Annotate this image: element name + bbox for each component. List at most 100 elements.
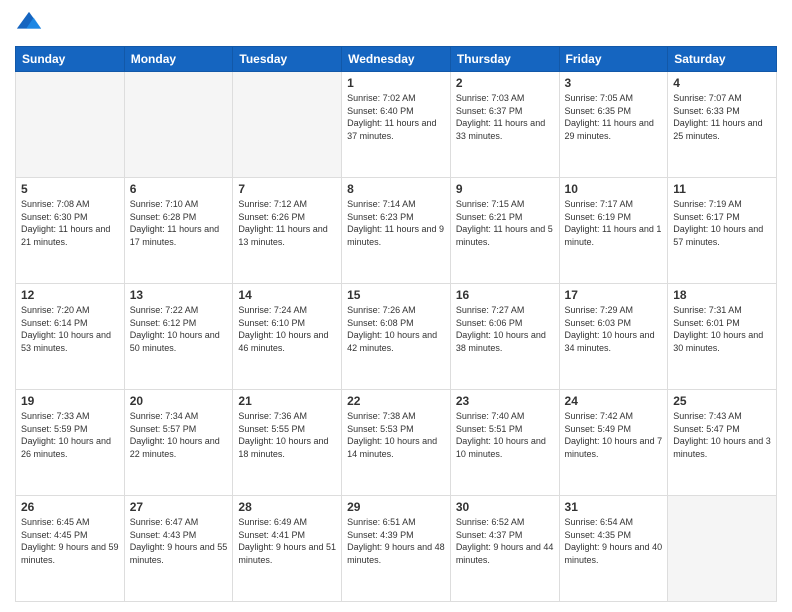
calendar-cell: 28 Sunrise: 6:49 AMSunset: 4:41 PMDayligh…: [233, 496, 342, 602]
calendar-cell: [668, 496, 777, 602]
day-number: 18: [673, 288, 771, 302]
sunrise-label: Sunrise: 7:22 AM: [130, 305, 199, 315]
sunset-label: Sunset: 6:28 PM: [130, 212, 197, 222]
day-info: Sunrise: 6:54 AMSunset: 4:35 PMDaylight:…: [565, 516, 663, 566]
day-header-wednesday: Wednesday: [342, 47, 451, 72]
day-info: Sunrise: 6:47 AMSunset: 4:43 PMDaylight:…: [130, 516, 228, 566]
sunset-label: Sunset: 4:45 PM: [21, 530, 88, 540]
calendar-cell: 4Sunrise: 7:07 AMSunset: 6:33 PMDaylight…: [668, 72, 777, 178]
calendar-cell: 13Sunrise: 7:22 AMSunset: 6:12 PMDayligh…: [124, 284, 233, 390]
calendar-cell: 23Sunrise: 7:40 AMSunset: 5:51 PMDayligh…: [450, 390, 559, 496]
day-number: 6: [130, 182, 228, 196]
day-info: Sunrise: 7:29 AMSunset: 6:03 PMDaylight:…: [565, 304, 663, 354]
sunrise-label: Sunrise: 7:20 AM: [21, 305, 90, 315]
day-info: Sunrise: 7:42 AMSunset: 5:49 PMDaylight:…: [565, 410, 663, 460]
sunrise-label: Sunrise: 7:27 AM: [456, 305, 525, 315]
day-info: Sunrise: 7:31 AMSunset: 6:01 PMDaylight:…: [673, 304, 771, 354]
sunset-label: Sunset: 4:39 PM: [347, 530, 414, 540]
week-row-1: 5 Sunrise: 7:08 AMSunset: 6:30 PMDaylight…: [16, 178, 777, 284]
calendar-cell: 2Sunrise: 7:03 AMSunset: 6:37 PMDaylight…: [450, 72, 559, 178]
sunrise-label: Sunrise: 7:26 AM: [347, 305, 416, 315]
calendar-cell: 22Sunrise: 7:38 AMSunset: 5:53 PMDayligh…: [342, 390, 451, 496]
sunrise-label: Sunrise: 7:43 AM: [673, 411, 742, 421]
daylight-label: Daylight: 10 hours and 38 minutes.: [456, 330, 546, 353]
daylight-label: Daylight: 11 hours and 37 minutes.: [347, 118, 436, 141]
daylight-label: Daylight: 10 hours and 3 minutes.: [673, 436, 771, 459]
day-number: 5: [21, 182, 119, 196]
sunrise-label: Sunrise: 7:02 AM: [347, 93, 416, 103]
sunset-label: Sunset: 4:37 PM: [456, 530, 523, 540]
day-info: Sunrise: 6:52 AMSunset: 4:37 PMDaylight:…: [456, 516, 554, 566]
sunrise-label: Sunrise: 7:42 AM: [565, 411, 634, 421]
calendar-cell: 6 Sunrise: 7:10 AM Sunset: 6:28 PM Daylight…: [124, 178, 233, 284]
day-info: Sunrise: 6:49 AMSunset: 4:41 PMDaylight:…: [238, 516, 336, 566]
day-info: Sunrise: 6:51 AMSunset: 4:39 PMDaylight:…: [347, 516, 445, 566]
sunrise-label: Sunrise: 6:52 AM: [456, 517, 525, 527]
day-number: 27: [130, 500, 228, 514]
calendar-cell: 30Sunrise: 6:52 AMSunset: 4:37 PMDayligh…: [450, 496, 559, 602]
calendar-cell: 18 Sunrise: 7:31 AMSunset: 6:01 PMDayligh…: [668, 284, 777, 390]
day-number: 20: [130, 394, 228, 408]
sunset-label: Sunset: 6:14 PM: [21, 318, 88, 328]
calendar-cell: 17 Sunrise: 7:29 AMSunset: 6:03 PMDayligh…: [559, 284, 668, 390]
sunset-label: Sunset: 5:49 PM: [565, 424, 632, 434]
sunrise-label: Sunrise: 7:31 AM: [673, 305, 742, 315]
day-number: 19: [21, 394, 119, 408]
sunrise-label: Sunrise: 6:45 AM: [21, 517, 90, 527]
day-number: 7: [238, 182, 336, 196]
day-number: 21: [238, 394, 336, 408]
day-number: 2: [456, 76, 554, 90]
day-info: Sunrise: 7:26 AM Sunset: 6:08 PM Daylight:…: [347, 304, 445, 354]
sunset-label: Sunset: 6:23 PM: [347, 212, 414, 222]
day-info: Sunrise: 7:33 AMSunset: 5:59 PMDaylight:…: [21, 410, 119, 460]
sunset-label: Sunset: 6:10 PM: [238, 318, 305, 328]
day-number: 28: [238, 500, 336, 514]
daylight-label: Daylight: 10 hours and 42 minutes.: [347, 330, 437, 353]
sunrise-label: Sunrise: 7:12 AM: [238, 199, 307, 209]
day-number: 8: [347, 182, 445, 196]
day-number: 9: [456, 182, 554, 196]
sunset-label: Sunset: 4:43 PM: [130, 530, 197, 540]
day-info: Sunrise: 7:40 AMSunset: 5:51 PMDaylight:…: [456, 410, 554, 460]
daylight-label: Daylight: 11 hours and 33 minutes.: [456, 118, 545, 141]
day-info: Sunrise: 7:15 AMSunset: 6:21 PMDaylight:…: [456, 198, 554, 248]
day-info: Sunrise: 7:14 AMSunset: 6:23 PMDaylight:…: [347, 198, 445, 248]
daylight-label: Daylight: 10 hours and 26 minutes.: [21, 436, 111, 459]
sunset-label: Sunset: 4:41 PM: [238, 530, 305, 540]
day-number: 17: [565, 288, 663, 302]
calendar-cell: 3Sunrise: 7:05 AMSunset: 6:35 PMDaylight…: [559, 72, 668, 178]
sunset-label: Sunset: 6:21 PM: [456, 212, 523, 222]
day-number: 15: [347, 288, 445, 302]
day-number: 11: [673, 182, 771, 196]
day-info: Sunrise: 7:02 AM Sunset: 6:40 PM Daylight:…: [347, 92, 445, 142]
sunrise-label: Sunrise: 6:51 AM: [347, 517, 416, 527]
daylight-label: Daylight: 10 hours and 18 minutes.: [238, 436, 328, 459]
daylight-label: Daylight: 11 hours and 17 minutes.: [130, 224, 219, 247]
day-number: 1: [347, 76, 445, 90]
day-number: 29: [347, 500, 445, 514]
daylight-label: Daylight: 11 hours and 13 minutes.: [238, 224, 327, 247]
sunset-label: Sunset: 6:40 PM: [347, 106, 414, 116]
day-number: 26: [21, 500, 119, 514]
calendar-cell: [16, 72, 125, 178]
sunrise-label: Sunrise: 7:33 AM: [21, 411, 90, 421]
day-number: 10: [565, 182, 663, 196]
calendar-cell: 16Sunrise: 7:27 AMSunset: 6:06 PMDayligh…: [450, 284, 559, 390]
daylight-label: Daylight: 10 hours and 50 minutes.: [130, 330, 220, 353]
sunset-label: Sunset: 6:35 PM: [565, 106, 632, 116]
daylight-label: Daylight: 11 hours and 9 minutes.: [347, 224, 444, 247]
daylight-label: Daylight: 10 hours and 14 minutes.: [347, 436, 437, 459]
sunset-label: Sunset: 5:57 PM: [130, 424, 197, 434]
calendar-cell: 24Sunrise: 7:42 AMSunset: 5:49 PMDayligh…: [559, 390, 668, 496]
day-number: 4: [673, 76, 771, 90]
day-info: Sunrise: 6:45 AMSunset: 4:45 PMDaylight:…: [21, 516, 119, 566]
day-info: Sunrise: 7:12 AMSunset: 6:26 PMDaylight:…: [238, 198, 336, 248]
calendar-cell: 12Sunrise: 7:20 AMSunset: 6:14 PMDayligh…: [16, 284, 125, 390]
sunset-label: Sunset: 6:08 PM: [347, 318, 414, 328]
sunrise-label: Sunrise: 6:54 AM: [565, 517, 634, 527]
day-info: Sunrise: 7:19 AMSunset: 6:17 PMDaylight:…: [673, 198, 771, 248]
sunset-label: Sunset: 6:17 PM: [673, 212, 740, 222]
sunrise-label: Sunrise: 7:10 AM: [130, 199, 199, 209]
day-info: Sunrise: 7:08 AMSunset: 6:30 PMDaylight:…: [21, 198, 119, 248]
day-number: 14: [238, 288, 336, 302]
